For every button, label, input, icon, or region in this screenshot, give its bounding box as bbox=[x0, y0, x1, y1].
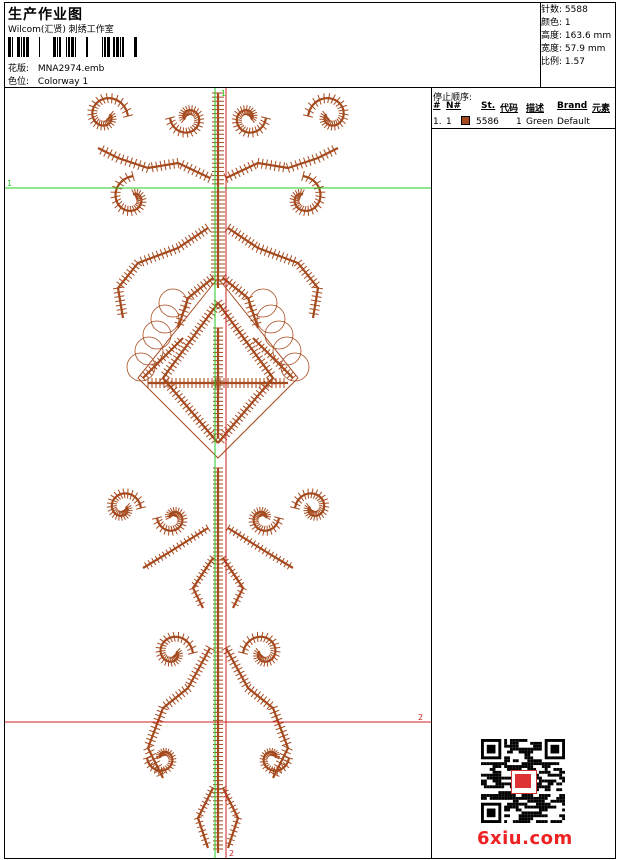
embroidery-pattern bbox=[87, 92, 349, 853]
studio-name: Wilcom(汇贤) 刺绣工作室 bbox=[8, 25, 114, 35]
stop-sequence-divider bbox=[431, 128, 616, 129]
colorway-label: 色位: bbox=[8, 77, 30, 87]
row-description: Green bbox=[526, 117, 554, 127]
design-file-name: MNA2974.emb bbox=[37, 64, 105, 74]
design-file-line: 花版: MNA2974.emb bbox=[8, 61, 104, 74]
col-header-index: # bbox=[433, 101, 441, 111]
row-brand: Default bbox=[557, 117, 590, 127]
stat-colors: 颜色: 1 bbox=[541, 18, 571, 28]
row-needle: 1 bbox=[446, 117, 452, 127]
watermark-text: 6xiu.com bbox=[477, 828, 573, 849]
col-header-description: 描述 bbox=[526, 104, 545, 114]
page-title: 生产作业图 bbox=[8, 7, 83, 23]
stat-stitches: 针数: 5588 bbox=[541, 5, 588, 15]
col-header-code: 代码 bbox=[500, 104, 519, 114]
col-header-brand: Brand bbox=[557, 101, 588, 111]
stat-width: 宽度: 57.9 mm bbox=[541, 44, 606, 54]
col-header-element: 元素 bbox=[592, 104, 611, 114]
design-file-label: 花版: bbox=[8, 64, 30, 74]
row-code: 1 bbox=[516, 117, 522, 127]
stat-height: 高度: 163.6 mm bbox=[541, 31, 612, 41]
colorway-line: 色位: Colorway 1 bbox=[8, 74, 88, 87]
row-index: 1. bbox=[433, 117, 442, 127]
design-canvas[interactable]: 1 1 2 2 bbox=[5, 88, 431, 858]
col-header-needle: N# bbox=[446, 101, 462, 111]
guide-label-1: 1 bbox=[7, 179, 12, 188]
col-header-stitches: St. bbox=[481, 101, 496, 111]
guide-label-2: 2 bbox=[418, 713, 423, 722]
qr-logo-stamp bbox=[511, 770, 537, 794]
stat-scale: 比例: 1.57 bbox=[541, 57, 585, 67]
colorway-name: Colorway 1 bbox=[37, 77, 89, 87]
barcode-image bbox=[8, 37, 137, 57]
guide-label-2-bottom: 2 bbox=[229, 849, 234, 858]
guide-label-1-top: 1 bbox=[221, 89, 226, 98]
color-swatch bbox=[461, 116, 470, 125]
stats-list: 针数: 5588 颜色: 1 高度: 163.6 mm 宽度: 57.9 mm … bbox=[541, 4, 611, 69]
row-stitches: 5586 bbox=[476, 117, 499, 127]
